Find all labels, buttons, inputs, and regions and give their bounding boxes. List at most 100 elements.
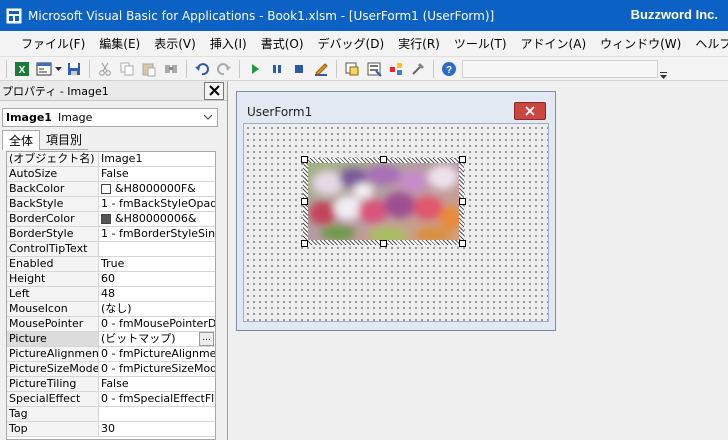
menu-run[interactable]: 実行(R) xyxy=(391,35,447,52)
property-value[interactable]: 0 - fmPictureAlignmentTopLeft xyxy=(99,347,215,361)
property-row[interactable]: Enabled True xyxy=(7,257,215,272)
design-mode-icon[interactable] xyxy=(310,58,332,80)
property-row[interactable]: Tag xyxy=(7,407,215,422)
property-row[interactable]: (オブジェクト名) Image1 xyxy=(7,152,215,167)
property-value[interactable]: True xyxy=(99,257,215,271)
menu-window[interactable]: ウィンドウ(W) xyxy=(593,35,688,52)
help-icon[interactable]: ? xyxy=(438,58,460,80)
property-value[interactable]: 0 - fmPictureSizeModeClip xyxy=(99,362,215,376)
property-value[interactable]: 30 xyxy=(99,422,215,436)
property-value[interactable]: &H80000006& xyxy=(99,212,215,226)
reset-icon[interactable] xyxy=(288,58,310,80)
property-row[interactable]: BorderStyle1 - fmBorderStyleSingle xyxy=(7,227,215,242)
menu-help[interactable]: ヘルプ(H) xyxy=(688,35,728,52)
project-explorer-icon[interactable] xyxy=(341,58,363,80)
property-row[interactable]: ControlTipText xyxy=(7,242,215,257)
properties-window-icon[interactable] xyxy=(363,58,385,80)
property-row[interactable]: MouseIcon (なし) xyxy=(7,302,215,317)
property-name: Left xyxy=(7,287,99,301)
cut-icon[interactable] xyxy=(94,58,116,80)
resize-handle-ne[interactable] xyxy=(459,156,466,163)
toolbox-icon[interactable] xyxy=(407,58,429,80)
find-icon[interactable] xyxy=(160,58,182,80)
property-value[interactable]: 0 - fmSpecialEffectFlat xyxy=(99,392,215,406)
property-value[interactable] xyxy=(99,242,215,256)
resize-handle-w[interactable] xyxy=(301,198,308,205)
property-grid: (オブジェクト名) Image1 AutoSize False BackColor &H8… xyxy=(6,151,216,440)
save-icon[interactable] xyxy=(63,58,85,80)
property-row[interactable]: PictureAlignment0 - fmPictureAlignmentTo… xyxy=(7,347,215,362)
resize-handle-e[interactable] xyxy=(459,198,466,205)
menu-addins[interactable]: アドイン(A) xyxy=(514,35,594,52)
property-value[interactable]: 60 xyxy=(99,272,215,286)
properties-title: プロパティ - Image1 xyxy=(2,84,109,98)
property-row[interactable]: SpecialEffect 0 - fmSpecialEffectFlat xyxy=(7,392,215,407)
svg-text:X: X xyxy=(19,65,26,76)
resize-handle-se[interactable] xyxy=(459,240,466,247)
property-name: BackStyle xyxy=(7,197,99,211)
insert-dropdown-icon[interactable] xyxy=(55,58,63,80)
property-row[interactable]: MousePointer0 - fmMousePointerDefault xyxy=(7,317,215,332)
property-value[interactable]: (なし) xyxy=(99,302,215,316)
browse-button[interactable]: ... xyxy=(199,332,214,346)
resize-handle-nw[interactable] xyxy=(301,156,308,163)
userform-close-button[interactable] xyxy=(514,102,546,120)
property-row[interactable]: PictureTiling False xyxy=(7,377,215,392)
tab-alphabetic[interactable]: 全体 xyxy=(2,130,41,150)
svg-text:?: ? xyxy=(446,65,452,76)
property-row[interactable]: BackColor &H8000000F& xyxy=(7,182,215,197)
property-value[interactable]: &H8000000F& xyxy=(99,182,215,196)
toolbar-options-icon[interactable] xyxy=(658,58,668,80)
copy-icon[interactable] xyxy=(116,58,138,80)
excel-view-icon[interactable]: X xyxy=(11,58,33,80)
property-value[interactable] xyxy=(99,407,215,421)
object-browser-icon[interactable] xyxy=(385,58,407,80)
menu-file[interactable]: ファイル(F) xyxy=(14,35,92,52)
menu-tools[interactable]: ツール(T) xyxy=(447,35,514,52)
property-value-text: 30 xyxy=(101,422,115,435)
undo-icon[interactable] xyxy=(191,58,213,80)
toolbar-separator xyxy=(239,59,240,78)
property-row[interactable]: BorderColor &H80000006& xyxy=(7,212,215,227)
run-icon[interactable] xyxy=(244,58,266,80)
menu-view[interactable]: 表示(V) xyxy=(147,35,203,52)
property-row[interactable]: Height 60 xyxy=(7,272,215,287)
paste-icon[interactable] xyxy=(138,58,160,80)
property-value[interactable]: False xyxy=(99,377,215,391)
menu-debug[interactable]: デバッグ(D) xyxy=(311,35,392,52)
property-value-text: 0 - fmPictureAlignmentTopLeft xyxy=(101,347,215,360)
property-value[interactable]: Image1 xyxy=(99,152,215,166)
property-value[interactable]: 1 - fmBackStyleOpaque xyxy=(99,197,215,211)
property-row[interactable]: PictureSizeMode0 - fmPictureSizeModeClip xyxy=(7,362,215,377)
property-value[interactable]: (ビットマップ)... xyxy=(99,332,215,346)
image-control[interactable] xyxy=(301,156,466,247)
property-row[interactable]: AutoSize False xyxy=(7,167,215,182)
insert-userform-icon[interactable] xyxy=(33,58,55,80)
object-selector[interactable]: Image1 Image xyxy=(2,108,218,127)
property-row[interactable]: Top 30 xyxy=(7,422,215,437)
property-value[interactable]: 1 - fmBorderStyleSingle xyxy=(99,227,215,241)
properties-panel: プロパティ - Image1 Image1 Image 全体 項目別 (オブジェ… xyxy=(0,81,228,440)
property-value[interactable]: 48 xyxy=(99,287,215,301)
resize-handle-n[interactable] xyxy=(380,156,387,163)
resize-handle-sw[interactable] xyxy=(301,240,308,247)
close-properties-button[interactable] xyxy=(204,81,224,100)
property-row[interactable]: Left 48 xyxy=(7,287,215,302)
redo-icon[interactable] xyxy=(213,58,235,80)
resize-handle-s[interactable] xyxy=(380,240,387,247)
property-name: BorderStyle xyxy=(7,227,99,241)
property-row[interactable]: BackStyle1 - fmBackStyleOpaque xyxy=(7,197,215,212)
brand-label: Buzzword Inc. xyxy=(630,7,718,22)
property-name: ControlTipText xyxy=(7,242,99,256)
menu-insert[interactable]: 挿入(I) xyxy=(203,35,254,52)
property-row[interactable]: Picture (ビットマップ)... xyxy=(7,332,215,347)
break-icon[interactable] xyxy=(266,58,288,80)
property-value-text: 1 - fmBackStyleOpaque xyxy=(101,197,215,210)
toolbar-separator xyxy=(186,59,187,78)
menu-format[interactable]: 書式(O) xyxy=(254,35,311,52)
property-value[interactable]: 0 - fmMousePointerDefault xyxy=(99,317,215,331)
tab-categorized[interactable]: 項目別 xyxy=(40,130,89,150)
menu-edit[interactable]: 編集(E) xyxy=(92,35,147,52)
property-value[interactable]: False xyxy=(99,167,215,181)
property-value-text: (ビットマップ) xyxy=(101,332,176,345)
